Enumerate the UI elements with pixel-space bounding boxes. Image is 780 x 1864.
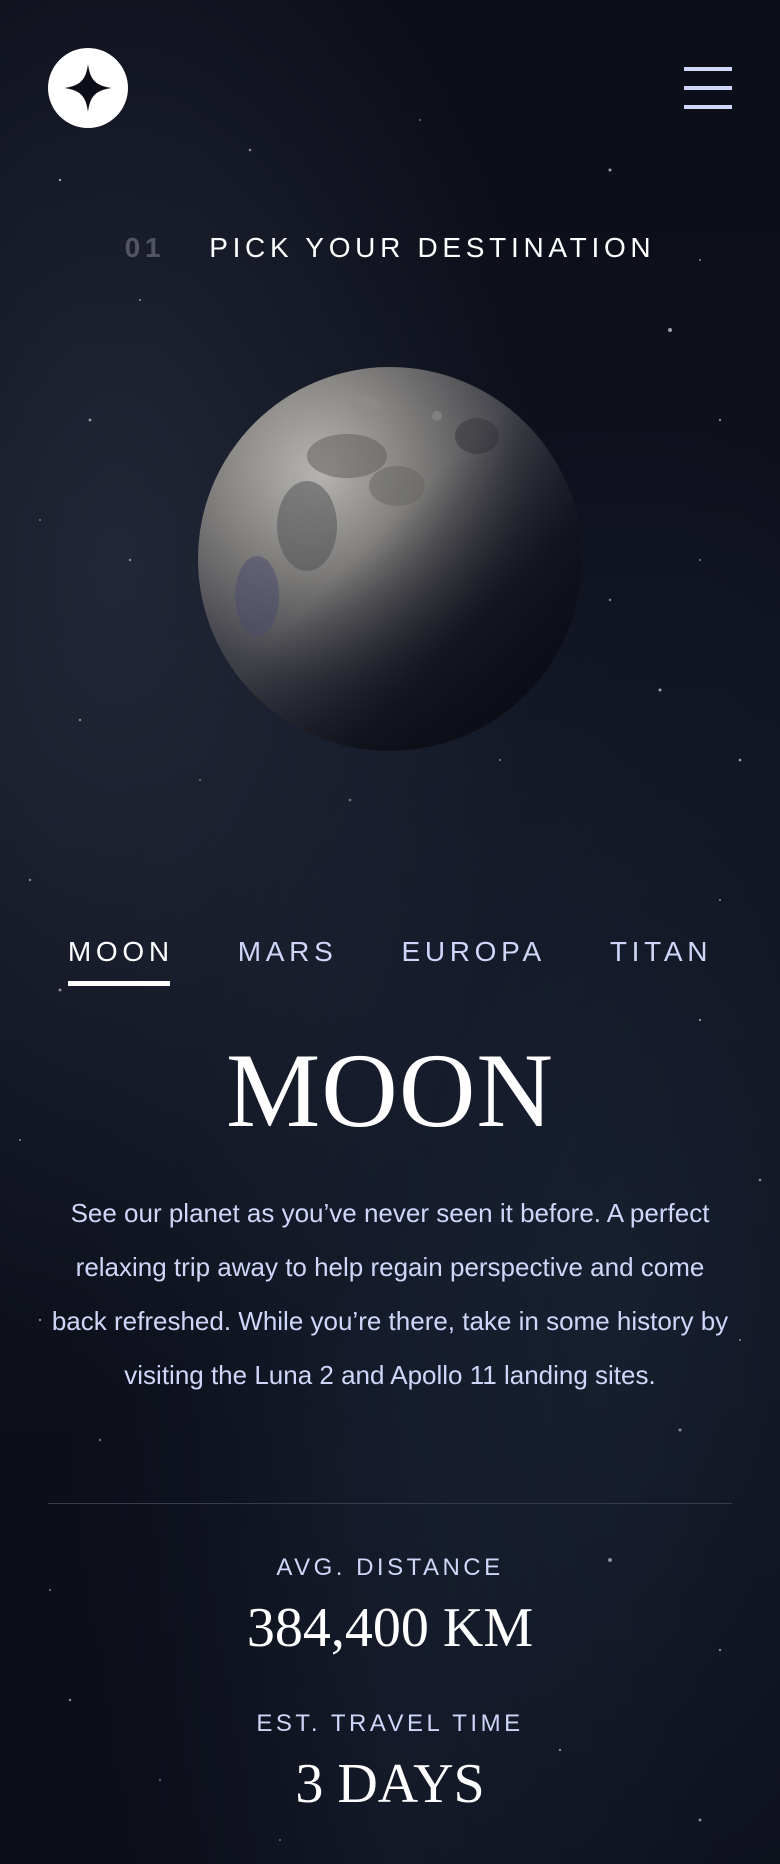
header — [48, 48, 732, 128]
menu-bar — [684, 67, 732, 71]
tab-mars[interactable]: MARS — [238, 936, 338, 986]
destination-description: See our planet as you’ve never seen it b… — [51, 1198, 729, 1390]
hamburger-menu-icon[interactable] — [684, 67, 732, 109]
avg-distance-value: 384,400 KM — [246, 1597, 534, 1659]
destination-title: MOON — [226, 1032, 554, 1149]
tab-europa[interactable]: EUROPA — [401, 936, 545, 986]
tab-moon[interactable]: MOON — [67, 936, 174, 986]
menu-bar — [684, 105, 732, 109]
starfield-background — [19, 119, 762, 1841]
moon-image — [197, 366, 583, 752]
destination-tabs: MOON MARS EUROPA TITAN — [0, 936, 780, 986]
tab-titan[interactable]: TITAN — [610, 936, 712, 986]
divider — [48, 1503, 732, 1504]
travel-time-label: EST. TRAVEL TIME — [256, 1710, 524, 1737]
eyebrow-number: 01 — [124, 232, 166, 263]
avg-distance-label: AVG. DISTANCE — [276, 1554, 504, 1581]
page-eyebrow: 01 PICK YOUR DESTINATION — [0, 232, 780, 264]
page: 01 PICK YOUR DESTINATION MOON MARS EUROP… — [0, 0, 780, 1864]
star-logo-icon[interactable] — [48, 48, 128, 128]
four-point-star-icon — [64, 64, 112, 112]
travel-time-value: 3 DAYS — [295, 1753, 485, 1815]
menu-bar — [684, 86, 732, 90]
eyebrow-label: PICK YOUR DESTINATION — [209, 232, 656, 263]
